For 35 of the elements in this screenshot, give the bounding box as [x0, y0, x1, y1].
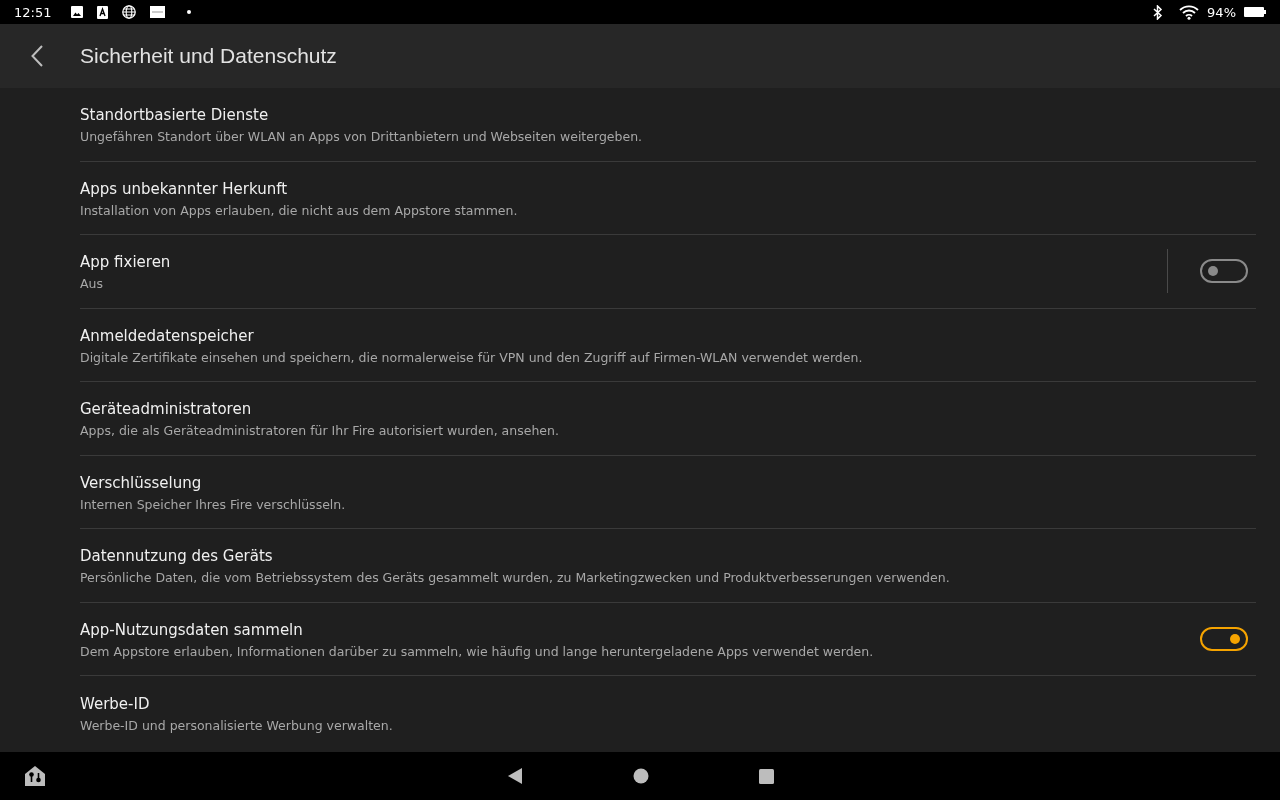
setting-description: Werbe-ID und personalisierte Werbung verwalten. [80, 717, 393, 733]
text-box-icon [97, 5, 109, 19]
globe-icon [122, 5, 137, 19]
home-nav-button[interactable] [632, 768, 649, 784]
setting-description: Aus [80, 276, 103, 292]
recents-nav-button[interactable] [758, 768, 774, 784]
app-tile-icon [150, 6, 166, 18]
battery-percentage: 94% [1207, 4, 1236, 20]
setting-description: Dem Appstore erlauben, Informationen darüber zu sammeln, wie häufig und lange heruntergeladene Apps verwendet werden. [80, 643, 874, 659]
setting-title[interactable]: Geräteadministratoren [80, 400, 252, 419]
back-nav-button[interactable] [506, 767, 523, 785]
setting-title[interactable]: Verschlüsselung [80, 473, 202, 492]
setting-title[interactable]: Datennutzung des Geräts [80, 547, 273, 566]
setting-title[interactable]: App-Nutzungsdaten sammeln [80, 620, 303, 639]
battery-icon [1244, 7, 1266, 17]
setting-description: Apps, die als Geräteadministratoren für Ihr Fire autorisiert wurden, ansehen. [80, 423, 559, 439]
dot-icon [187, 10, 192, 14]
setting-description: Digitale Zertifikate einsehen und speichern, die normalerweise für VPN und den Zugriff auf Firmen-WLAN verwendet werden. [80, 349, 863, 365]
bluetooth-icon [1153, 4, 1164, 20]
setting-title[interactable]: App fixieren [80, 253, 171, 272]
setting-description: Installation von Apps erlauben, die nicht aus dem Appstore stammen. [80, 202, 518, 218]
picture-icon [71, 6, 84, 18]
page-title: Sicherheit und Datenschutz [80, 44, 337, 68]
setting-description: Internen Speicher Ihres Fire verschlüsseln. [80, 496, 346, 512]
toggle-switch[interactable] [1200, 259, 1248, 284]
toggle-switch[interactable] [1200, 626, 1248, 651]
wifi-icon [1179, 4, 1200, 20]
setting-description: Ungefähren Standort über WLAN an Apps von Drittanbietern und Webseiten weitergeben. [80, 129, 643, 145]
setting-title[interactable]: Anmeldedatenspeicher [80, 326, 254, 345]
setting-title[interactable]: Standortbasierte Dienste [80, 106, 269, 125]
home-profile-button[interactable] [24, 765, 46, 787]
setting-title[interactable]: Apps unbekannter Herkunft [80, 179, 288, 198]
setting-title[interactable]: Werbe-ID [80, 694, 150, 713]
status-time: 12:51 [14, 4, 52, 20]
setting-description: Persönliche Daten, die vom Betriebssystem des Geräts gesammelt wurden, zu Marketingzwecken und Produktverbesserungen verwenden. [80, 570, 950, 586]
